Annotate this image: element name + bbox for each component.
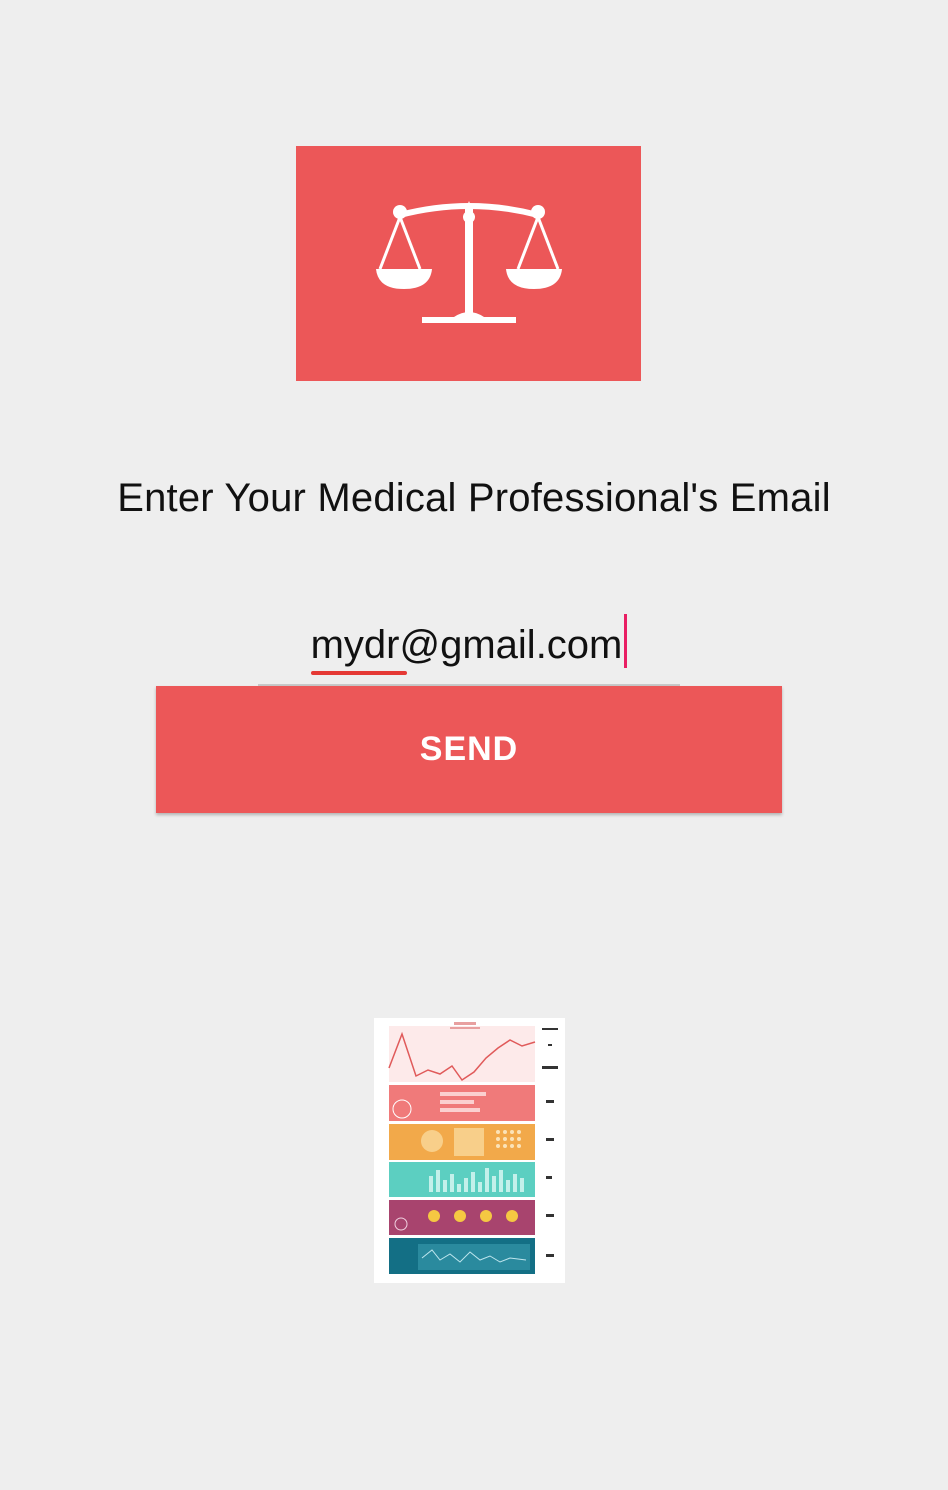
balance-scale-icon [375,200,562,323]
health-report-infographic-image [388,1022,558,1274]
health-report-thumbnail [374,1018,565,1283]
send-button[interactable]: SEND [156,686,782,813]
email-prompt-label: Enter Your Medical Professional's Email [117,476,831,520]
email-input-value[interactable]: mydr@gmail.com [310,614,628,675]
text-cursor [624,614,628,668]
screen: Enter Your Medical Professional's Email … [0,0,948,1490]
app-logo [296,146,641,381]
email-text: mydr@gmail.com [310,623,623,667]
email-field[interactable]: mydr@gmail.com [258,600,680,686]
send-button-label: SEND [419,730,519,768]
spellcheck-underline [310,671,407,675]
